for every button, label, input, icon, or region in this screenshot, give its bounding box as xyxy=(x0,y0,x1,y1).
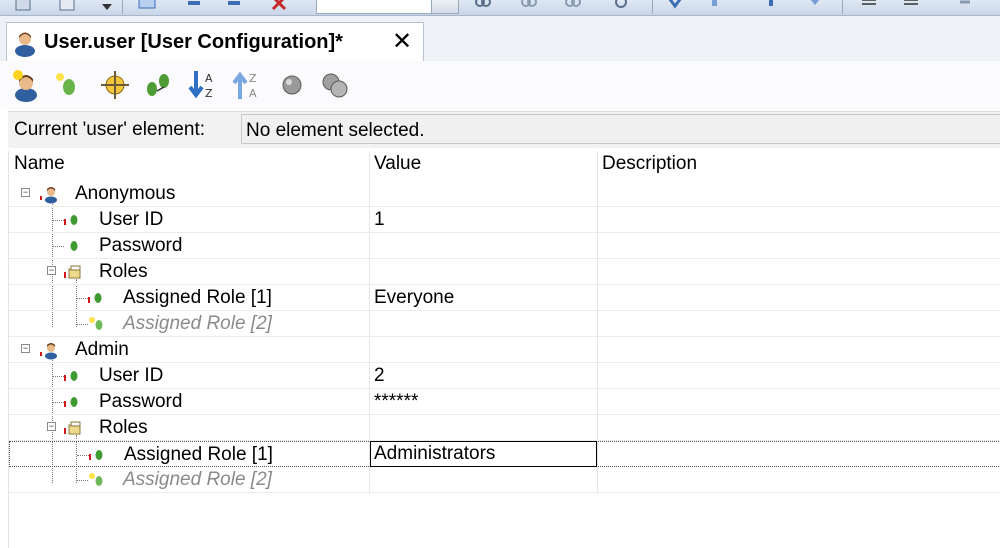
node-label: Anonymous xyxy=(75,183,176,204)
move-down-icon[interactable] xyxy=(806,0,824,12)
link-icon-2[interactable] xyxy=(520,0,538,12)
search-button[interactable] xyxy=(431,0,459,14)
required-leaf-icon xyxy=(64,215,78,225)
tree-row-assigned-role-selected[interactable]: Assigned Role [1] Administrators xyxy=(9,441,1000,467)
align-right-icon[interactable] xyxy=(902,0,920,12)
node-label: Roles xyxy=(99,417,148,438)
current-element-label: Current 'user' element: xyxy=(14,119,206,140)
user-node-icon xyxy=(40,187,57,204)
required-leaf-icon xyxy=(89,450,103,460)
user-icon xyxy=(15,32,35,57)
new-leaf-icon xyxy=(89,317,103,330)
sort-ascending-icon[interactable]: A Z xyxy=(186,67,220,103)
sort-icon[interactable] xyxy=(666,0,684,12)
target-icon[interactable] xyxy=(98,67,132,103)
svg-text:Z: Z xyxy=(249,72,257,85)
node-value[interactable]: Everyone xyxy=(374,287,454,309)
roles-folder-icon xyxy=(64,421,81,435)
node-label: User ID xyxy=(99,209,164,230)
tree-row-password[interactable]: Password xyxy=(9,233,1000,259)
node-label: Assigned Role [1] xyxy=(123,287,272,308)
node-value[interactable]: 1 xyxy=(374,209,385,231)
node-label: Assigned Role [2] xyxy=(123,469,272,490)
collapse-icon[interactable]: − xyxy=(21,344,30,353)
current-element-bar: Current 'user' element: No element selec… xyxy=(8,111,1000,148)
tree-row-assigned-role-placeholder[interactable]: Assigned Role [2] xyxy=(9,467,1000,493)
list-icon[interactable] xyxy=(58,0,76,12)
node-label: Assigned Role [1] xyxy=(124,444,273,465)
align-left-icon[interactable] xyxy=(860,0,878,12)
collapse-icon[interactable]: − xyxy=(21,188,30,197)
user-node-icon xyxy=(40,343,57,360)
window-icon[interactable] xyxy=(138,0,156,12)
close-icon[interactable]: ✕ xyxy=(392,27,412,57)
add-element-icon[interactable] xyxy=(50,67,84,103)
delete-icon[interactable] xyxy=(270,0,288,12)
add-user-icon[interactable] xyxy=(10,67,44,103)
leaf-icon xyxy=(70,241,78,251)
move-up-icon[interactable] xyxy=(762,0,780,12)
node-label: Roles xyxy=(99,261,148,282)
circle-icon[interactable] xyxy=(276,67,310,103)
tab-user-configuration[interactable]: User.user [User Configuration]* ✕ xyxy=(6,22,424,62)
tree-row-roles[interactable]: − Roles xyxy=(9,415,1000,441)
tree-row-password[interactable]: Password ****** xyxy=(9,389,1000,415)
gears-icon[interactable] xyxy=(318,67,352,103)
link-icon-3[interactable] xyxy=(564,0,582,12)
svg-text:A: A xyxy=(205,72,213,85)
link-icon[interactable] xyxy=(474,0,492,12)
tree-row-anonymous[interactable]: − Anonymous xyxy=(9,181,1000,207)
app-toolbar xyxy=(0,0,1000,16)
tree-grid: Name Value Description − Anonymous User … xyxy=(8,151,1000,548)
value-edit-field[interactable]: Administrators xyxy=(370,441,597,467)
column-header-name[interactable]: Name xyxy=(14,153,65,175)
node-label: Assigned Role [2] xyxy=(123,313,272,334)
column-header-description[interactable]: Description xyxy=(602,153,697,175)
node-label: Admin xyxy=(75,339,129,360)
node-label: Password xyxy=(99,235,183,256)
tree-row-admin[interactable]: − Admin xyxy=(9,337,1000,363)
collapse-icon[interactable]: − xyxy=(47,422,56,431)
arrow-left-icon[interactable] xyxy=(224,0,242,12)
tree-row-user-id[interactable]: User ID 1 xyxy=(9,207,1000,233)
arrow-right-icon[interactable] xyxy=(186,0,204,12)
password-value[interactable]: ****** xyxy=(374,391,418,413)
column-header-value[interactable]: Value xyxy=(374,153,421,175)
tab-title: User.user [User Configuration]* xyxy=(44,31,343,53)
expand-collapse-icon[interactable] xyxy=(142,67,176,103)
editor-toolbar: A Z Z A xyxy=(0,61,1000,109)
collapse-icon[interactable]: − xyxy=(47,266,56,275)
node-label: Password xyxy=(99,391,183,412)
required-leaf-icon xyxy=(88,293,102,303)
search-input[interactable] xyxy=(316,0,432,14)
sort-descending-icon[interactable]: Z A xyxy=(230,67,264,103)
required-leaf-icon xyxy=(64,371,78,381)
tree-row-assigned-role[interactable]: Assigned Role [1] Everyone xyxy=(9,285,1000,311)
svg-text:A: A xyxy=(249,87,257,100)
chain-icon[interactable] xyxy=(612,0,630,12)
tab-strip: User.user [User Configuration]* ✕ xyxy=(0,16,1000,62)
current-element-field[interactable]: No element selected. xyxy=(241,114,1000,144)
svg-text:Z: Z xyxy=(205,87,213,100)
required-leaf-icon xyxy=(64,397,78,407)
dropdown-arrow-icon[interactable] xyxy=(98,0,116,16)
roles-folder-icon xyxy=(64,265,81,279)
node-value[interactable]: 2 xyxy=(374,365,385,387)
tree-row-roles[interactable]: − Roles xyxy=(9,259,1000,285)
tree-row-user-id[interactable]: User ID 2 xyxy=(9,363,1000,389)
tree-row-assigned-role-placeholder[interactable]: Assigned Role [2] xyxy=(9,311,1000,337)
node-label: User ID xyxy=(99,365,164,386)
sort-alpha-icon[interactable] xyxy=(708,0,726,12)
new-leaf-icon xyxy=(89,473,103,486)
grid-icon[interactable] xyxy=(14,0,32,12)
undo-icon[interactable] xyxy=(956,0,974,12)
